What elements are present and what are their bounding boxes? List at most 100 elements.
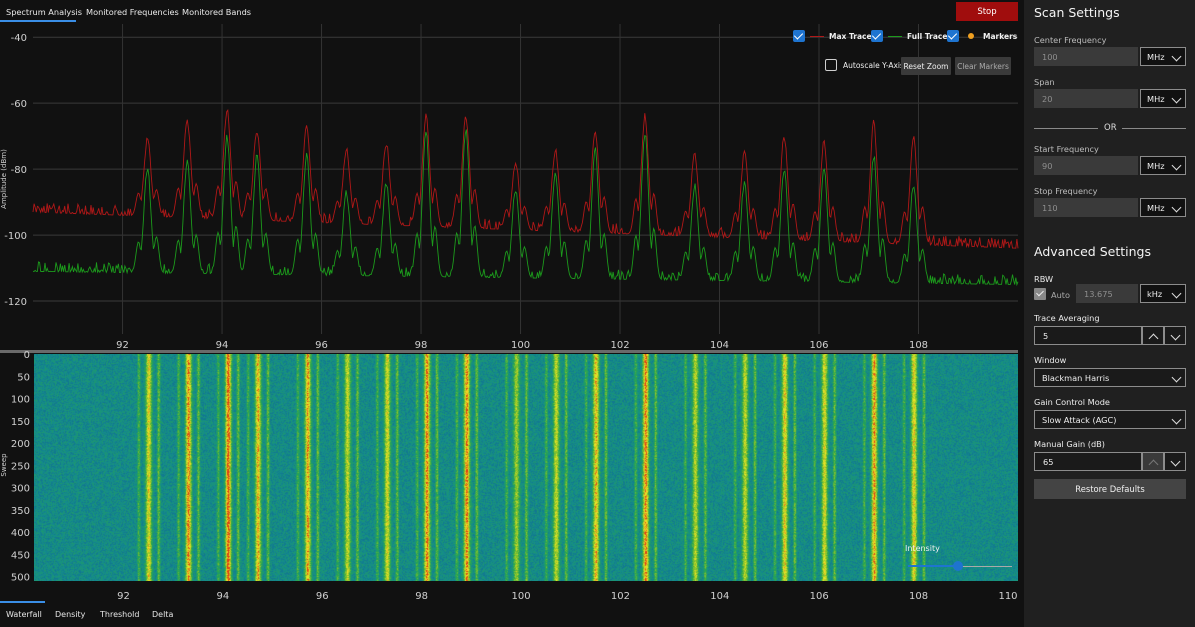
max-trace-swatch <box>810 36 824 37</box>
y-axis-label: Sweep <box>0 453 8 477</box>
y-tick-label: 100 <box>11 395 30 406</box>
stop-frequency-input[interactable]: 110 <box>1034 198 1138 217</box>
manual-gain-decrement[interactable] <box>1164 452 1186 471</box>
chevron-down-icon <box>1171 202 1182 213</box>
tab-waterfall[interactable]: Waterfall <box>6 610 42 619</box>
stop-button[interactable]: Stop <box>956 2 1018 21</box>
chevron-down-icon <box>1171 372 1182 383</box>
start-frequency-label: Start Frequency <box>1034 144 1099 154</box>
y-tick-label: 250 <box>11 461 30 472</box>
full-trace-checkbox[interactable] <box>871 30 883 42</box>
y-tick-label: 0 <box>24 350 30 361</box>
divider-left <box>1034 128 1098 129</box>
rbw-unit-select[interactable]: kHz <box>1140 284 1186 303</box>
y-tick-label: -60 <box>11 99 27 110</box>
rbw-auto-checkbox[interactable] <box>1034 288 1046 300</box>
x-tick-label: 104 <box>710 591 729 600</box>
tab-threshold[interactable]: Threshold <box>100 610 139 619</box>
gain-control-mode-value: Slow Attack (AGC) <box>1042 415 1117 425</box>
spectrum-panel: Spectrum Analysis Monitored Frequencies … <box>0 0 1024 627</box>
chevron-down-icon <box>1171 288 1182 299</box>
spectrum-chart[interactable]: -40-60-80-100-12092 94 96 98 100 102 104 106 108… <box>0 24 1024 374</box>
or-label: OR <box>1104 123 1117 133</box>
start-frequency-unit-select[interactable]: MHz <box>1140 156 1186 175</box>
view-tab-selected-indicator <box>0 601 45 603</box>
tab-selected-indicator <box>0 20 76 22</box>
chevron-down-icon <box>1170 330 1181 341</box>
markers-dot-icon <box>968 33 974 39</box>
intensity-slider-thumb[interactable] <box>953 561 963 571</box>
span-input[interactable]: 20 <box>1034 89 1138 108</box>
start-frequency-unit: MHz <box>1147 161 1165 171</box>
trace-averaging-input[interactable]: 5 <box>1034 326 1142 345</box>
y-tick-label: 500 <box>11 573 30 584</box>
rbw-input[interactable]: 13.675 <box>1076 284 1138 303</box>
x-tick-label: 108 <box>909 591 928 600</box>
center-frequency-unit-select[interactable]: MHz <box>1140 47 1186 66</box>
manual-gain-increment[interactable] <box>1142 452 1164 471</box>
scan-settings-title: Scan Settings <box>1034 5 1120 20</box>
tab-bar: Spectrum Analysis Monitored Frequencies … <box>0 0 760 24</box>
center-frequency-unit: MHz <box>1147 52 1165 62</box>
stop-frequency-unit-select[interactable]: MHz <box>1140 198 1186 217</box>
y-tick-label: -120 <box>4 297 27 308</box>
y-tick-label: -100 <box>4 231 27 242</box>
full-trace-label: Full Trace <box>907 32 948 41</box>
tab-monitored-frequencies[interactable]: Monitored Frequencies <box>86 7 179 17</box>
y-tick-label: 300 <box>11 484 30 495</box>
waterfall-heatmap[interactable] <box>34 354 1018 581</box>
y-tick-label: -80 <box>11 165 27 176</box>
stop-frequency-label: Stop Frequency <box>1034 186 1098 196</box>
center-frequency-input[interactable]: 100 <box>1034 47 1138 66</box>
chevron-down-icon <box>1170 456 1181 467</box>
advanced-settings-title: Advanced Settings <box>1034 244 1151 259</box>
markers-checkbox[interactable] <box>947 30 959 42</box>
span-label: Span <box>1034 77 1055 87</box>
window-label: Window <box>1034 355 1067 365</box>
restore-defaults-button[interactable]: Restore Defaults <box>1034 479 1186 499</box>
chevron-down-icon <box>1171 414 1182 425</box>
x-tick-label: 96 <box>316 591 329 600</box>
full-trace-swatch <box>888 36 902 37</box>
y-tick-label: -40 <box>11 33 27 44</box>
divider-right <box>1122 128 1186 129</box>
rbw-label: RBW <box>1034 274 1054 284</box>
gain-control-mode-select[interactable]: Slow Attack (AGC) <box>1034 410 1186 429</box>
rbw-auto-label: Auto <box>1051 290 1071 300</box>
intensity-label: Intensity <box>905 544 940 553</box>
tab-spectrum-analysis[interactable]: Spectrum Analysis <box>6 7 82 17</box>
reset-zoom-button[interactable]: Reset Zoom <box>901 57 951 75</box>
tab-delta[interactable]: Delta <box>152 610 173 619</box>
center-frequency-label: Center Frequency <box>1034 35 1107 45</box>
view-tab-bar: Waterfall Density Threshold Delta <box>0 601 300 627</box>
tab-density[interactable]: Density <box>55 610 85 619</box>
chevron-up-icon <box>1148 333 1159 344</box>
x-tick-label: 110 <box>998 591 1017 600</box>
intensity-slider-fill <box>908 565 958 567</box>
trace-averaging-decrement[interactable] <box>1164 326 1186 345</box>
window-select[interactable]: Blackman Harris <box>1034 368 1186 387</box>
chevron-down-icon <box>1171 160 1182 171</box>
y-axis-label: Amplitude (dBm) <box>0 149 8 209</box>
trace-averaging-increment[interactable] <box>1142 326 1164 345</box>
y-tick-label: 400 <box>11 528 30 539</box>
span-unit-select[interactable]: MHz <box>1140 89 1186 108</box>
trace-averaging-label: Trace Averaging <box>1034 313 1100 323</box>
y-tick-label: 350 <box>11 506 30 517</box>
manual-gain-input[interactable]: 65 <box>1034 452 1142 471</box>
x-tick-label: 100 <box>511 591 530 600</box>
autoscale-checkbox[interactable] <box>825 59 837 71</box>
stop-frequency-unit: MHz <box>1147 203 1165 213</box>
x-tick-label: 98 <box>415 591 428 600</box>
chevron-down-icon <box>1171 51 1182 62</box>
window-value: Blackman Harris <box>1042 373 1110 383</box>
max-trace-checkbox[interactable] <box>793 30 805 42</box>
y-tick-label: 50 <box>17 372 30 383</box>
x-tick-label: 102 <box>611 591 630 600</box>
settings-panel: Scan Settings Center Frequency 100 MHz S… <box>1024 0 1195 627</box>
tab-monitored-bands[interactable]: Monitored Bands <box>182 7 251 17</box>
x-tick-label: 92 <box>117 591 130 600</box>
start-frequency-input[interactable]: 90 <box>1034 156 1138 175</box>
series-line-max-trace <box>32 108 1019 249</box>
clear-markers-button[interactable]: Clear Markers <box>955 57 1011 75</box>
